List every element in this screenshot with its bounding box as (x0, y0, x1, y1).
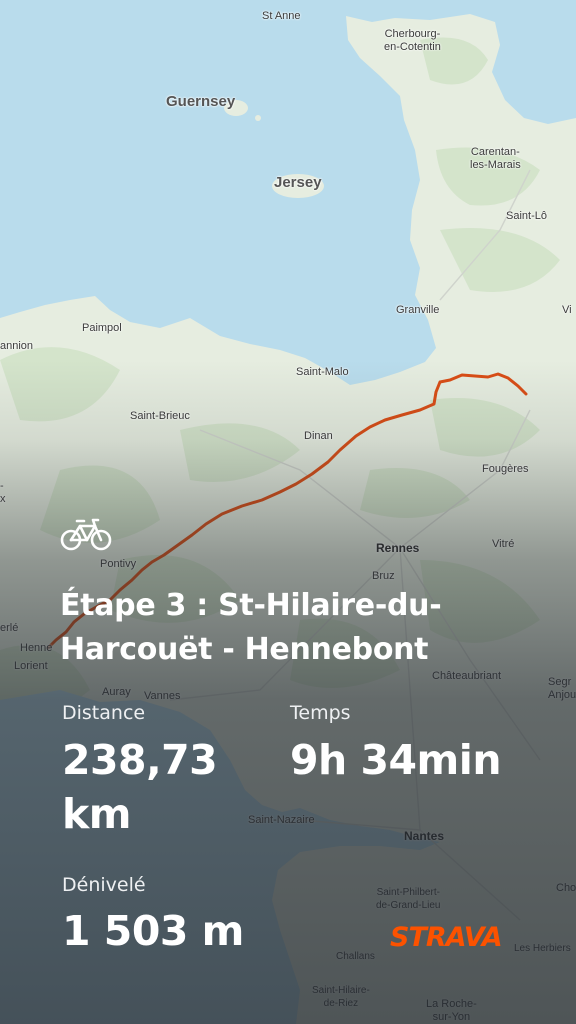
place-label: Paimpol (82, 322, 122, 334)
place-label: Cho (556, 882, 576, 894)
place-label: Saint-Hilaire- de-Riez (312, 985, 370, 1009)
place-label: St Anne (262, 10, 301, 22)
strava-logo: STRAVA (390, 922, 503, 953)
place-label: Les Herbiers (514, 943, 571, 954)
place-label: Jersey (274, 174, 322, 191)
place-label: Nantes (404, 829, 445, 843)
place-label: Pontivy (100, 558, 137, 570)
place-label: erlé (0, 622, 19, 634)
place-label: Henne (20, 642, 53, 654)
time-value: 9h 34min (290, 736, 502, 784)
place-label: Guernsey (166, 93, 236, 110)
activity-share-card: St Anne Cherbourg- en-Cotentin Guernsey … (0, 0, 576, 1024)
place-label: Rennes (376, 541, 420, 555)
place-label: Fougères (482, 463, 529, 475)
elevation-value: 1 503 m (62, 907, 244, 955)
sark-island (255, 115, 261, 121)
place-label: Lorient (14, 660, 48, 672)
place-label: Saint-Lô (506, 210, 547, 222)
place-label: Cherbourg- en-Cotentin (384, 28, 441, 53)
place-label: Carentan- les-Marais (470, 146, 521, 171)
place-label: Challans (336, 951, 375, 962)
place-label: Bruz (372, 570, 395, 582)
place-label: Auray (102, 686, 131, 698)
place-label: Saint-Brieuc (130, 410, 190, 422)
place-label: Segr Anjou (548, 676, 576, 701)
place-label: - x (0, 480, 6, 505)
place-label: annion (0, 340, 34, 352)
distance-value: 238,73 km (62, 736, 218, 838)
place-label: Vannes (144, 690, 181, 702)
distance-label: Distance (62, 702, 146, 724)
place-label: Saint-Philbert- de-Grand-Lieu (376, 887, 441, 911)
place-label: Saint-Malo (296, 366, 349, 378)
place-label: La Roche- sur-Yon (426, 998, 477, 1023)
place-label: Granville (396, 304, 440, 316)
elevation-label: Dénivelé (62, 874, 146, 896)
time-label: Temps (290, 702, 351, 724)
place-label: Vitré (492, 538, 515, 550)
bicycle-icon (60, 518, 112, 551)
place-label: Vi (562, 304, 572, 316)
activity-title: Étape 3 : St-Hilaire-du-Harcouët - Henne… (60, 588, 442, 667)
place-label: Dinan (304, 430, 333, 442)
